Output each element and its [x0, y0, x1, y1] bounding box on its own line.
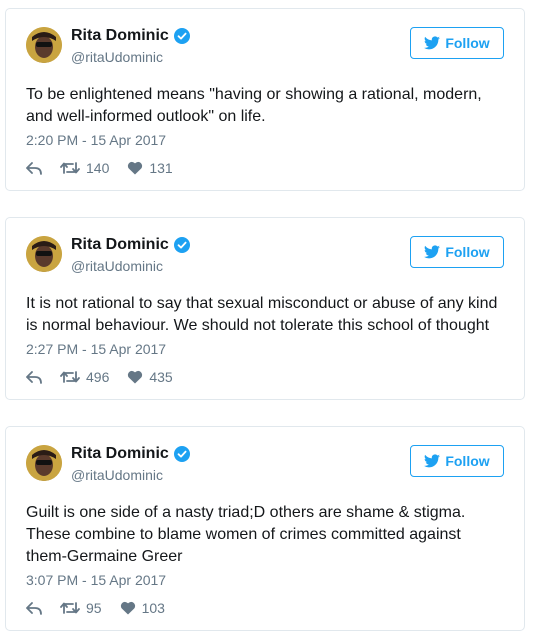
reply-icon — [26, 371, 42, 384]
twitter-bird-icon — [424, 245, 441, 259]
heart-icon — [120, 601, 135, 615]
follow-button[interactable]: Follow — [410, 445, 504, 477]
avatar[interactable] — [26, 445, 62, 481]
retweet-icon — [60, 371, 80, 383]
tweet-text: Guilt is one side of a nasty triad;D oth… — [26, 504, 466, 565]
tweet-timestamp[interactable]: 3:07 PM - 15 Apr 2017 — [26, 572, 166, 588]
tweet-card: Rita Dominic @ritaUdominic Follow To be … — [5, 8, 525, 191]
verified-badge-icon — [173, 28, 190, 44]
user-handle[interactable]: @ritaUdominic — [71, 467, 163, 483]
display-name[interactable]: Rita Dominic — [71, 27, 190, 45]
user-handle[interactable]: @ritaUdominic — [71, 258, 163, 274]
avatar[interactable] — [26, 27, 62, 63]
follow-button[interactable]: Follow — [410, 236, 504, 268]
retweet-count: 496 — [86, 369, 110, 385]
verified-badge-icon — [173, 446, 190, 462]
display-name-text: Rita Dominic — [71, 27, 169, 44]
tweet-actions: 496 435 — [26, 369, 191, 385]
reply-button[interactable] — [26, 601, 42, 615]
display-name-text: Rita Dominic — [71, 236, 169, 253]
tweet-actions: 140 131 — [26, 160, 191, 176]
twitter-bird-icon — [424, 454, 441, 468]
reply-icon — [26, 162, 42, 175]
retweet-button[interactable]: 140 — [60, 160, 109, 176]
reply-icon — [26, 602, 42, 615]
heart-icon — [128, 370, 143, 384]
tweet-text: It is not rational to say that sexual mi… — [26, 295, 498, 334]
retweet-button[interactable]: 95 — [60, 600, 102, 616]
like-button[interactable]: 435 — [127, 369, 173, 385]
user-handle[interactable]: @ritaUdominic — [71, 49, 163, 65]
retweet-icon — [60, 602, 80, 614]
retweet-count: 140 — [86, 160, 110, 176]
display-name[interactable]: Rita Dominic — [71, 445, 190, 463]
retweet-icon — [60, 162, 80, 174]
tweet-card: Rita Dominic @ritaUdominic Follow Guilt … — [5, 426, 525, 631]
like-count: 103 — [141, 600, 165, 616]
display-name[interactable]: Rita Dominic — [71, 236, 190, 254]
verified-badge-icon — [173, 237, 190, 253]
tweet-timestamp[interactable]: 2:20 PM - 15 Apr 2017 — [26, 132, 166, 148]
reply-button[interactable] — [26, 370, 42, 384]
twitter-bird-icon — [424, 36, 441, 50]
heart-icon — [128, 161, 143, 175]
follow-label: Follow — [445, 35, 490, 51]
tweet-actions: 95 103 — [26, 600, 183, 616]
like-count: 131 — [149, 160, 173, 176]
retweet-button[interactable]: 496 — [60, 369, 109, 385]
like-count: 435 — [149, 369, 173, 385]
tweet-card: Rita Dominic @ritaUdominic Follow It is … — [5, 217, 525, 400]
reply-button[interactable] — [26, 161, 42, 175]
like-button[interactable]: 131 — [127, 160, 173, 176]
tweet-text: To be enlightened means "having or showi… — [26, 86, 482, 125]
tweet-timestamp[interactable]: 2:27 PM - 15 Apr 2017 — [26, 341, 166, 357]
retweet-count: 95 — [86, 600, 102, 616]
follow-label: Follow — [445, 453, 490, 469]
follow-label: Follow — [445, 244, 490, 260]
follow-button[interactable]: Follow — [410, 27, 504, 59]
display-name-text: Rita Dominic — [71, 445, 169, 462]
like-button[interactable]: 103 — [120, 600, 165, 616]
avatar[interactable] — [26, 236, 62, 272]
